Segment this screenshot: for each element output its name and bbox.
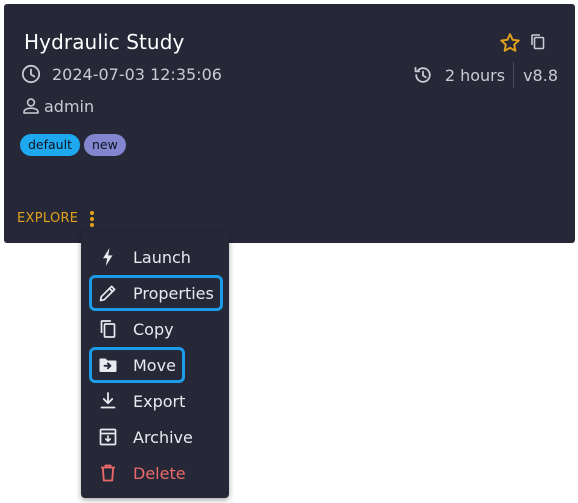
study-card: Hydraulic Study 2024-07-03 12:35:06 2 ho… xyxy=(4,4,575,243)
menu-label-archive: Archive xyxy=(133,427,193,447)
vertical-dots-icon[interactable] xyxy=(86,209,98,229)
tag-default[interactable]: default xyxy=(20,134,80,156)
copy-icon xyxy=(97,318,119,340)
copy-icon[interactable] xyxy=(528,32,548,52)
context-menu: Launch Properties Copy Move Export Archi… xyxy=(81,232,229,498)
trash-icon xyxy=(97,462,119,484)
menu-label-move: Move xyxy=(133,355,176,375)
menu-item-archive[interactable]: Archive xyxy=(81,419,229,455)
version-text: v8.8 xyxy=(523,65,558,85)
lightning-icon xyxy=(97,246,119,268)
menu-item-launch[interactable]: Launch xyxy=(81,239,229,275)
clock-icon xyxy=(21,64,41,84)
timestamp-row: 2024-07-03 12:35:06 xyxy=(19,62,222,86)
menu-label-launch: Launch xyxy=(133,247,191,267)
menu-item-copy[interactable]: Copy xyxy=(81,311,229,347)
archive-icon xyxy=(97,426,119,448)
tag-new[interactable]: new xyxy=(83,134,126,156)
duration-text: 2 hours xyxy=(444,65,506,85)
menu-label-properties: Properties xyxy=(133,283,214,303)
meta-row: 2 hours v8.8 xyxy=(411,62,558,88)
user-icon xyxy=(23,98,39,114)
user-text: admin xyxy=(44,96,95,116)
menu-item-move[interactable]: Move xyxy=(81,347,229,383)
meta-divider xyxy=(513,62,515,88)
folder-move-icon xyxy=(97,354,119,376)
pencil-icon xyxy=(97,282,119,304)
star-outline-icon[interactable] xyxy=(498,31,522,55)
menu-label-export: Export xyxy=(133,391,186,411)
menu-item-delete[interactable]: Delete xyxy=(81,455,229,491)
timestamp-text: 2024-07-03 12:35:06 xyxy=(52,64,222,84)
tag-list: default new xyxy=(20,134,126,156)
user-row: admin xyxy=(21,96,94,116)
history-icon xyxy=(414,66,431,83)
card-title: Hydraulic Study xyxy=(24,30,185,54)
menu-label-delete: Delete xyxy=(133,463,186,483)
menu-item-properties[interactable]: Properties xyxy=(81,275,229,311)
menu-label-copy: Copy xyxy=(133,319,174,339)
export-icon xyxy=(97,390,119,412)
menu-item-export[interactable]: Export xyxy=(81,383,229,419)
explore-button[interactable]: EXPLORE xyxy=(17,211,78,226)
